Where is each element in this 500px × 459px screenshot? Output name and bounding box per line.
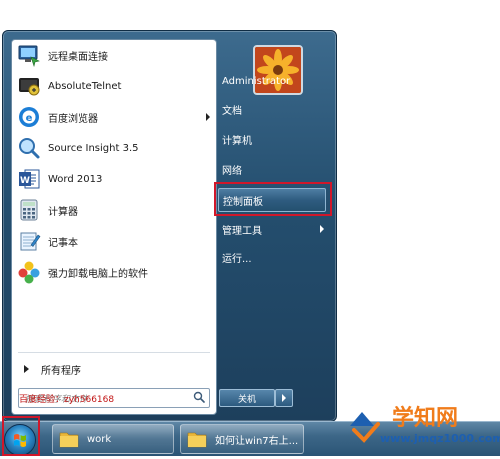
start-highlight-box	[2, 416, 40, 456]
program-label: 记事本	[48, 237, 78, 249]
taskbar-item-browser-window[interactable]: 如何让win7右上...	[180, 424, 304, 454]
program-label: 计算器	[48, 206, 78, 218]
all-programs-button[interactable]: 所有程序	[14, 358, 212, 380]
program-notepad[interactable]: 记事本	[14, 226, 212, 256]
network-link[interactable]: 网络	[218, 157, 328, 181]
run-link[interactable]: 运行...	[218, 245, 328, 269]
search-icon[interactable]	[193, 391, 205, 403]
control-panel-highlight-box	[214, 182, 332, 216]
network-label: 网络	[222, 165, 242, 177]
documents-label: 文档	[222, 105, 242, 117]
program-source-insight[interactable]: Source Insight 3.5	[14, 133, 212, 163]
submenu-arrow-icon	[206, 113, 210, 121]
program-uninstaller[interactable]: 强力卸载电脑上的软件	[14, 257, 212, 287]
taskbar-label: work	[87, 433, 112, 445]
source-insight-icon	[16, 135, 42, 161]
program-label: 强力卸载电脑上的软件	[48, 268, 148, 280]
program-label: Source Insight 3.5	[48, 142, 139, 154]
computer-link[interactable]: 计算机	[218, 127, 328, 151]
user-name-link[interactable]: Administrator	[218, 69, 328, 93]
program-remote-desktop[interactable]: 远程桌面连接	[14, 40, 212, 70]
baidu-browser-icon: e	[16, 104, 42, 130]
uninstall-icon	[16, 259, 42, 285]
telnet-icon	[16, 73, 42, 99]
arrow-right-icon	[24, 365, 29, 373]
admin-tools-link[interactable]: 管理工具	[218, 217, 328, 241]
program-label: 远程桌面连接	[48, 51, 108, 63]
calculator-icon	[16, 197, 42, 223]
site-watermark: 学知网 www.jmqz1000.com	[346, 396, 500, 452]
shutdown-options-button[interactable]	[275, 389, 293, 407]
documents-link[interactable]: 文档	[218, 97, 328, 121]
notepad-icon	[16, 228, 42, 254]
program-absolute-telnet[interactable]: AbsoluteTelnet	[14, 71, 212, 101]
admin-tools-label: 管理工具	[222, 225, 262, 237]
program-label: Word 2013	[48, 173, 103, 185]
program-label: AbsoluteTelnet	[48, 80, 122, 92]
shutdown-button[interactable]: 关机	[219, 389, 275, 407]
remote-desktop-icon	[16, 42, 42, 68]
computer-label: 计算机	[222, 135, 252, 147]
user-name: Administrator	[222, 75, 291, 87]
taskbar-label: 如何让win7右上...	[215, 435, 299, 447]
search-watermark-text: 百度经验：zyh566168	[19, 395, 115, 405]
all-programs-label: 所有程序	[41, 365, 81, 377]
svg-text:e: e	[26, 113, 33, 124]
folder-icon	[59, 432, 79, 448]
program-calculator[interactable]: 计算器	[14, 195, 212, 225]
programs-pane: 远程桌面连接 AbsoluteTelnet e 百度浏览器 Source Ins…	[11, 39, 217, 415]
word-icon: W	[16, 166, 42, 192]
folder-icon	[187, 432, 207, 448]
divider	[18, 352, 210, 353]
watermark-brand: 学知网	[392, 406, 459, 431]
program-label: 百度浏览器	[48, 113, 98, 125]
taskbar-item-work[interactable]: work	[52, 424, 174, 454]
watermark-url: www.jmqz1000.com	[380, 432, 500, 445]
submenu-arrow-icon	[320, 225, 324, 233]
run-label: 运行...	[222, 253, 252, 265]
program-baidu-browser[interactable]: e 百度浏览器	[14, 102, 212, 132]
svg-text:W: W	[20, 176, 30, 186]
shutdown-label: 关机	[237, 394, 256, 405]
search-input[interactable]: 搜索程序和文件 百度经验：zyh566168	[18, 388, 210, 408]
program-word[interactable]: W Word 2013	[14, 164, 212, 194]
